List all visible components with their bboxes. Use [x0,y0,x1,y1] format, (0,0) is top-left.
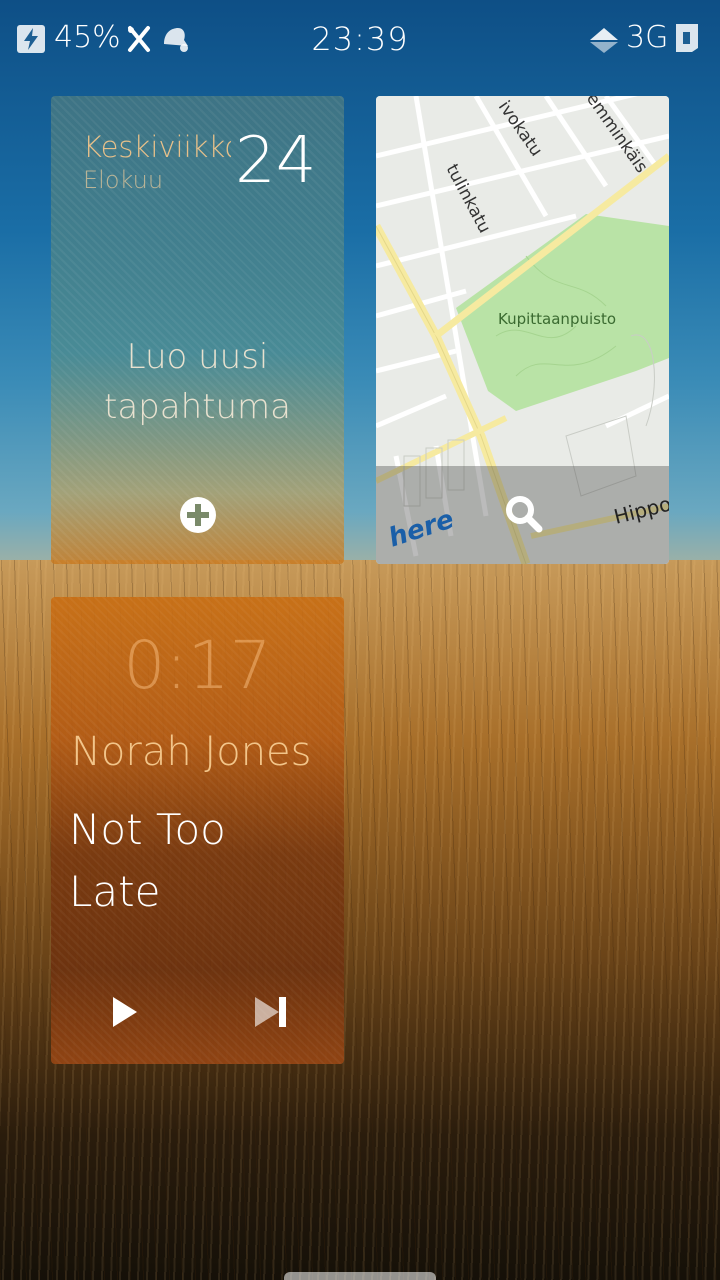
next-track-icon[interactable] [253,995,289,1029]
new-event-label[interactable]: Luo uusi tapahtuma [51,332,344,432]
calendar-tile[interactable]: Keskiviikko Elokuu 24 Luo uusi tapahtuma [51,96,344,564]
home-indicator[interactable] [284,1272,436,1280]
play-icon[interactable] [111,995,139,1029]
track-elapsed-time: 0:17 [123,627,272,704]
calendar-day-number: 24 [235,124,317,198]
artist-name: Norah Jones [71,729,312,775]
status-bar: 45% 23:39 3G [0,0,720,80]
search-icon[interactable] [504,494,544,534]
map-tile[interactable]: tulinkatu ivokatu emminkäis Kupittaanpui… [376,96,669,564]
signal-icon [590,28,618,53]
sim-icon [676,24,698,52]
music-tile[interactable]: 0:17 Norah Jones Not Too Late [51,597,344,1064]
track-title: Not Too Late [69,805,226,916]
calendar-weekday: Keskiviikko [83,130,231,164]
network-type: 3G [626,20,669,55]
plus-circle-icon[interactable] [179,496,217,534]
park-label: Kupittaanpuisto [498,310,616,328]
calendar-month: Elokuu [83,166,164,194]
